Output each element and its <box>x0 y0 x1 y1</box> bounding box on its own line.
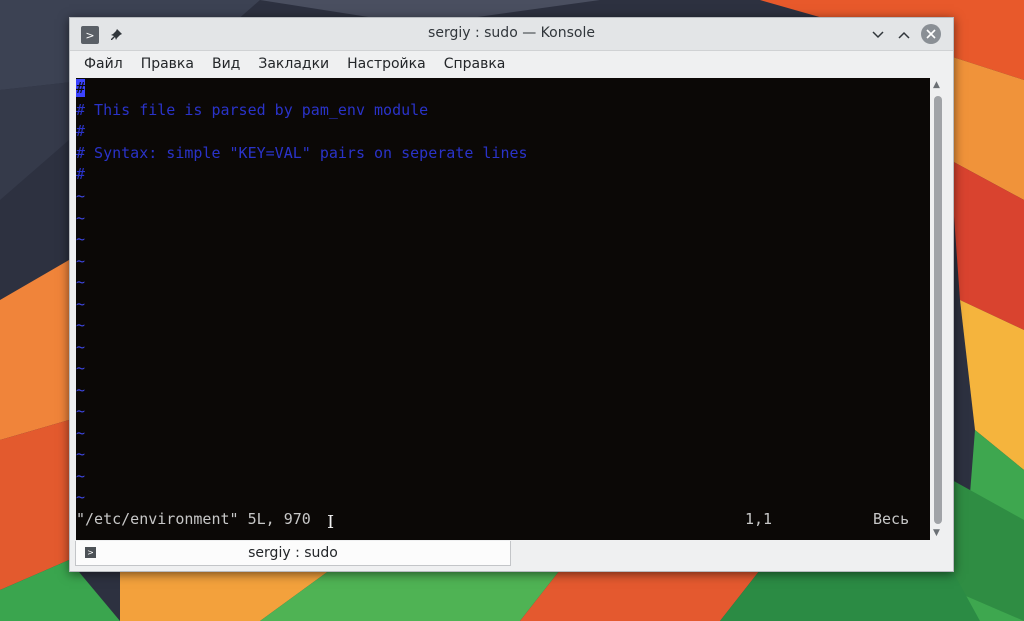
empty-line-tilde: ~ <box>76 359 86 377</box>
close-button[interactable] <box>921 24 941 44</box>
tab-label: sergiy : sudo <box>248 545 338 561</box>
menu-view[interactable]: Вид <box>203 51 249 77</box>
empty-line-tilde: ~ <box>76 316 86 334</box>
editor-line: # This file is parsed by pam_env module <box>76 101 429 119</box>
close-icon <box>926 29 936 39</box>
empty-line-tilde: ~ <box>76 294 86 313</box>
editor-line: # <box>76 122 86 140</box>
terminal-scrollbar[interactable]: ▲ ▼ <box>930 78 946 540</box>
menu-edit[interactable]: Правка <box>132 51 203 77</box>
konsole-window: > sergiy : sudo — Konsole Файл Правка Ви… <box>69 17 954 572</box>
menu-file[interactable]: Файл <box>75 51 132 77</box>
empty-line-tilde: ~ <box>76 488 86 506</box>
menu-help[interactable]: Справка <box>435 51 515 77</box>
tab-session[interactable]: > sergiy : sudo <box>75 541 511 566</box>
empty-line-tilde: ~ <box>76 466 86 485</box>
chevron-down-icon <box>872 31 884 39</box>
menu-bar: Файл Правка Вид Закладки Настройка Справ… <box>70 51 953 77</box>
menu-bookmarks[interactable]: Закладки <box>249 51 338 77</box>
empty-line-tilde: ~ <box>76 380 86 399</box>
status-file-info: "/etc/environment" 5L, 970 <box>76 510 311 528</box>
editor-line: # <box>76 165 86 183</box>
editor-line: # Syntax: simple "KEY=VAL" pairs on sepe… <box>76 144 528 162</box>
empty-line-tilde: ~ <box>76 445 86 463</box>
empty-line-tilde: ~ <box>76 208 86 227</box>
text-cursor: # <box>76 79 86 97</box>
title-bar[interactable]: > sergiy : sudo — Konsole <box>70 18 953 51</box>
empty-line-tilde: ~ <box>76 230 86 248</box>
terminal-area[interactable]: # # This file is parsed by pam_env modul… <box>76 78 930 540</box>
empty-line-tilde: ~ <box>76 423 86 442</box>
empty-line-tilde: ~ <box>76 337 86 356</box>
editor-line: # <box>76 78 86 99</box>
empty-line-tilde: ~ <box>76 251 86 270</box>
scroll-up-icon[interactable]: ▲ <box>933 80 940 90</box>
empty-line-tilde: ~ <box>76 273 86 291</box>
scrollbar-handle[interactable] <box>934 96 942 524</box>
chevron-up-icon <box>898 31 910 39</box>
empty-line-tilde: ~ <box>76 402 86 420</box>
maximize-button[interactable] <box>895 26 913 44</box>
status-scope: Весь <box>873 510 910 528</box>
ibeam-cursor-icon: I <box>327 512 335 533</box>
status-cursor-position: 1,1 <box>745 510 773 528</box>
window-title: sergiy : sudo — Konsole <box>428 25 595 41</box>
minimize-button[interactable] <box>869 26 887 44</box>
scroll-down-icon[interactable]: ▼ <box>933 528 940 538</box>
empty-line-tilde: ~ <box>76 187 86 205</box>
tab-bar: > sergiy : sudo <box>70 540 953 571</box>
menu-settings[interactable]: Настройка <box>338 51 435 77</box>
